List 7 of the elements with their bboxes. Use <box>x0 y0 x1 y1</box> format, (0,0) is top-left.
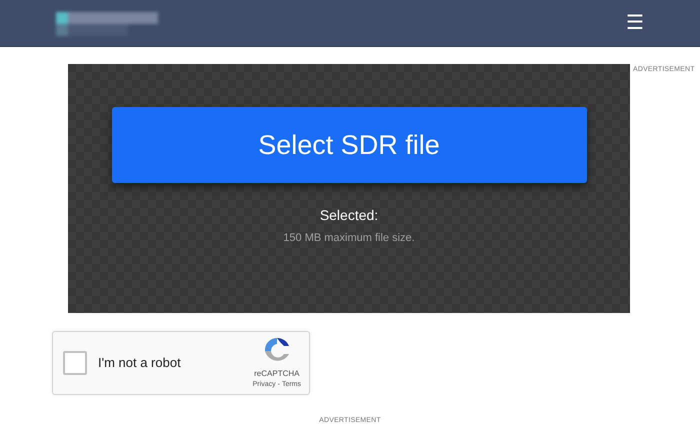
file-size-note: 150 MB maximum file size. <box>283 231 415 246</box>
captcha-label: I'm not a robot <box>98 354 182 372</box>
menu-icon[interactable]: ☰ <box>626 13 644 33</box>
select-file-button[interactable]: Select SDR file <box>112 107 586 183</box>
recaptcha-brand: reCAPTCHA <box>254 368 300 380</box>
captcha-checkbox[interactable] <box>63 351 87 375</box>
selected-label: Selected: <box>320 206 378 225</box>
